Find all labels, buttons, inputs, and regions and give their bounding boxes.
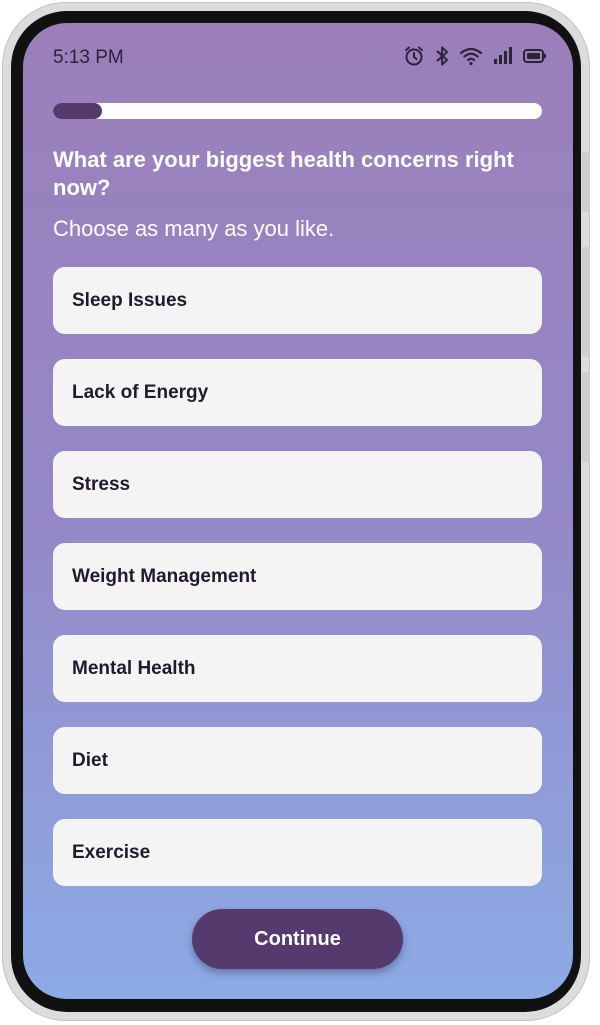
option-label: Sleep Issues — [72, 289, 188, 311]
volume-up-button — [582, 247, 590, 357]
option-label: Exercise — [72, 841, 151, 863]
battery-icon — [523, 48, 547, 64]
signal-icon — [493, 47, 513, 65]
status-bar: 5:13 PM — [23, 23, 573, 93]
progress-bar — [53, 103, 542, 119]
option-card[interactable]: Weight Management — [53, 543, 542, 610]
option-card[interactable]: Lack of Energy — [53, 359, 542, 426]
status-time: 5:13 PM — [53, 47, 124, 68]
options-list: Sleep Issues Lack of Energy Stress Weight M… — [53, 267, 542, 911]
option-card[interactable]: Stress — [53, 451, 542, 518]
option-label: Weight Management — [72, 565, 257, 587]
option-label: Lack of Energy — [72, 381, 209, 403]
question-title: What are your biggest health concerns ri… — [53, 147, 514, 200]
question-subtitle: Choose as many as you like. — [53, 216, 335, 241]
alarm-icon — [403, 45, 425, 67]
option-card[interactable]: Sleep Issues — [53, 267, 542, 334]
wifi-icon — [459, 46, 483, 66]
option-card[interactable]: Mental Health — [53, 635, 542, 702]
option-label: Mental Health — [72, 657, 196, 679]
continue-button[interactable]: Continue — [192, 909, 403, 969]
option-card[interactable]: Diet — [53, 727, 542, 794]
bluetooth-icon — [435, 45, 449, 67]
progress-fill — [53, 103, 102, 119]
option-label: Diet — [72, 749, 108, 771]
option-card[interactable]: Exercise — [53, 819, 542, 886]
option-label: Stress — [72, 473, 131, 495]
app-screen: 5:13 PM What are your biggest health con… — [23, 23, 573, 999]
phone-side-button — [582, 152, 590, 212]
volume-down-button — [582, 372, 590, 462]
status-icons — [403, 45, 547, 67]
